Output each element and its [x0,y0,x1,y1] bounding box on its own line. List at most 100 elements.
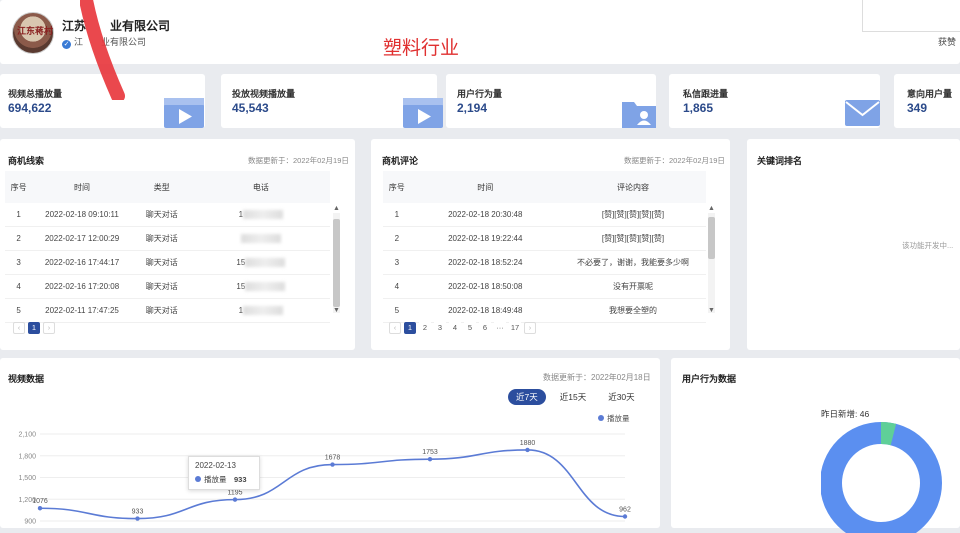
table-row[interactable]: 2 2022-02-17 12:00:29 聊天对话 [5,226,330,251]
donut-segment-main[interactable] [821,422,942,533]
comments-table: 序号 时间 评论内容 1 2022-02-18 20:30:48 [赞][赞][赞]… [383,171,706,323]
scroll-down-icon[interactable]: ▼ [333,307,340,314]
leads-title: 商机线索 [8,156,45,166]
cell-type: 聊天对话 [131,250,192,275]
cell-time: 2022-02-18 20:30:48 [410,203,560,227]
scroll-up-icon[interactable]: ▲ [708,205,715,212]
cell-phone: 1 [191,203,330,227]
blurred-phone [243,306,284,316]
leads-pagination: ‹ 1 › [13,322,55,334]
cell-type: 聊天对话 [131,298,192,323]
page-button[interactable]: 1 [28,322,40,334]
data-label: 1880 [520,440,536,447]
keyword-ranking-panel: 关键词排名 该功能开发中... [747,139,960,350]
table-row[interactable]: 3 2022-02-18 18:52:24 不必要了，谢谢，我能要多少啊 [383,250,706,275]
page-button[interactable]: 5 [464,322,476,334]
data-point [427,456,433,462]
comments-title: 商机评论 [382,156,419,166]
data-label: 1753 [422,449,438,456]
blurred-phone [240,234,281,244]
user-behavior-donut [821,422,942,533]
page-button[interactable]: 3 [434,322,446,334]
scroll-up-icon[interactable]: ▲ [333,205,340,212]
data-point [37,506,43,511]
table-row[interactable]: 5 2022-02-18 18:49:48 我想要全塑的 [383,298,706,323]
company-avatar[interactable]: 江东蒋村 [12,12,54,54]
cell-time: 2022-02-18 18:52:24 [410,250,560,275]
cell-content: [赞][赞][赞][赞][赞] [559,203,706,227]
cell-no: 5 [383,298,411,323]
col-header: 时间 [410,171,560,203]
blurred-phone [243,210,284,220]
behavior-title: 用户行为数据 [682,374,737,384]
data-point [525,447,530,453]
stat-value: 45,543 [232,101,269,115]
stat-card-ad-plays[interactable]: 投放视频播放量 45,543 [221,74,443,128]
cell-no: 4 [5,274,33,299]
cell-phone [191,226,330,251]
table-row[interactable]: 2 2022-02-18 19:22:44 [赞][赞][赞][赞][赞] [383,226,706,251]
col-header: 类型 [131,171,192,203]
cell-phone: 15 [191,250,330,275]
col-header: 序号 [383,171,411,203]
prev-page-icon[interactable]: ‹ [13,322,25,334]
cell-time: 2022-02-16 17:20:08 [32,274,132,299]
cell-time: 2022-02-17 12:00:29 [32,226,132,251]
comments-scroll-thumb[interactable] [708,217,715,259]
scroll-down-icon[interactable]: ▼ [708,307,715,314]
keyword-title: 关键词排名 [757,156,803,166]
table-row[interactable]: 4 2022-02-18 18:50:08 没有开票呢 [383,274,706,299]
page-button[interactable]: 4 [449,322,461,334]
prev-page-icon[interactable]: ‹ [389,322,401,334]
stat-value: 2,194 [457,101,488,115]
cell-content: 没有开票呢 [559,274,706,299]
cell-time: 2022-02-18 09:10:11 [32,203,132,227]
table-row[interactable]: 1 2022-02-18 20:30:48 [赞][赞][赞][赞][赞] [383,203,706,227]
cell-content: [赞][赞][赞][赞][赞] [559,226,706,251]
red-pen-stroke [80,0,125,100]
leads-scroll-thumb[interactable] [333,219,340,307]
data-label: 1678 [325,455,341,462]
tooltip-label: 播放量 [204,475,227,484]
cell-time: 2022-02-18 19:22:44 [410,226,560,251]
page-button[interactable]: 2 [419,322,431,334]
stat-card-dm-followups[interactable]: 私信跟进量 1,865 [669,74,880,128]
next-page-icon[interactable]: › [43,322,55,334]
col-header: 评论内容 [559,171,706,203]
page-button[interactable]: 17 [509,322,521,334]
stat-label: 意向用户量 [907,89,953,99]
page-button[interactable]: 1 [404,322,416,334]
cell-no: 2 [5,226,33,251]
video-icon [164,98,204,128]
comments-pagination: ‹ 1 2 3 4 5 6 ··· 17 › [389,322,536,334]
data-label: 1076 [32,498,48,505]
table-row[interactable]: 5 2022-02-11 17:47:25 聊天对话 1 [5,298,330,323]
tooltip-date: 2022-02-13 [195,461,236,470]
cell-no: 5 [5,298,33,323]
tooltip-value: 933 [234,475,247,484]
cell-content: 我想要全塑的 [559,298,706,323]
video-data-panel: 视频数据 数据更新于：2022年02月18日 近7天 近15天 近30天 播放量… [0,358,660,528]
cell-no: 3 [383,250,411,275]
cell-no: 1 [383,203,411,227]
page-ellipsis[interactable]: ··· [494,322,506,334]
table-row[interactable]: 1 2022-02-18 09:10:11 聊天对话 1 [5,203,330,227]
stat-label: 用户行为量 [457,89,503,99]
y-tick-label: 1,800 [18,453,36,460]
stat-label: 视频总播放量 [8,89,63,99]
page-button[interactable]: 6 [479,322,491,334]
cell-phone: 15 [191,274,330,299]
table-row[interactable]: 4 2022-02-16 17:20:08 聊天对话 15 [5,274,330,299]
table-row[interactable]: 3 2022-02-16 17:44:17 聊天对话 15 [5,250,330,275]
phone-prefix: 15 [236,257,246,267]
next-page-icon[interactable]: › [524,322,536,334]
legend-dot [195,476,201,482]
cell-no: 1 [5,203,33,227]
cell-no: 3 [5,250,33,275]
cell-type: 聊天对话 [131,274,192,299]
cell-type: 聊天对话 [131,203,192,227]
stat-card-intent-users[interactable]: 意向用户量 349 [894,74,960,128]
stat-card-user-actions[interactable]: 用户行为量 2,194 [446,74,656,128]
stat-label: 私信跟进量 [683,89,729,99]
y-tick-label: 900 [24,519,36,526]
